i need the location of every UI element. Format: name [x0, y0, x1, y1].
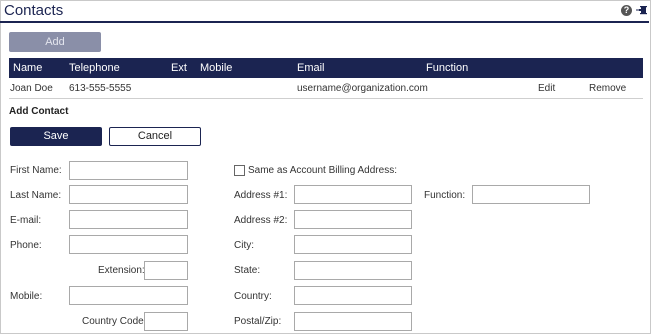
- column-header-function: Function: [426, 62, 469, 74]
- same-as-billing-checkbox[interactable]: [234, 165, 245, 176]
- first-name-input[interactable]: [69, 161, 188, 180]
- question-circle-icon[interactable]: ?: [621, 5, 632, 16]
- mobile-label: Mobile:: [10, 291, 43, 302]
- mobile-input[interactable]: [69, 286, 188, 305]
- column-header-name: Name: [13, 62, 43, 74]
- remove-link[interactable]: Remove: [589, 83, 626, 94]
- cell-telephone: 613-555-5555: [69, 83, 132, 94]
- function-input[interactable]: [472, 185, 590, 204]
- email-input[interactable]: [69, 210, 188, 229]
- cancel-button[interactable]: Cancel: [109, 127, 201, 146]
- cell-email: username@organization.com: [297, 83, 428, 94]
- page-title: Contacts: [4, 2, 64, 19]
- function-label: Function:: [424, 190, 466, 201]
- row-divider: [9, 98, 643, 99]
- column-header-ext: Ext: [171, 62, 187, 74]
- add-contact-button[interactable]: Add: [9, 32, 101, 52]
- same-as-billing-label: Same as Account Billing Address:: [248, 165, 397, 176]
- save-button[interactable]: Save: [10, 127, 102, 146]
- phone-label: Phone:: [10, 240, 42, 251]
- last-name-input[interactable]: [69, 185, 188, 204]
- city-label: City:: [234, 240, 254, 251]
- column-header-telephone: Telephone: [69, 62, 120, 74]
- state-input[interactable]: [294, 261, 412, 280]
- cell-name: Joan Doe: [10, 83, 53, 94]
- first-name-label: First Name:: [10, 165, 62, 176]
- postal-input[interactable]: [294, 312, 412, 331]
- table-row: Joan Doe 613-555-5555 username@organizat…: [9, 80, 643, 98]
- state-label: State:: [234, 265, 261, 276]
- column-header-mobile: Mobile: [200, 62, 233, 74]
- email-label: E-mail:: [10, 215, 42, 226]
- phone-input[interactable]: [69, 235, 188, 254]
- city-input[interactable]: [294, 235, 412, 254]
- address1-label: Address #1:: [234, 190, 288, 201]
- address2-label: Address #2:: [234, 215, 288, 226]
- country-input[interactable]: [294, 286, 412, 305]
- postal-label: Postal/Zip:: [234, 316, 282, 327]
- address1-input[interactable]: [294, 185, 412, 204]
- column-header-email: Email: [297, 62, 325, 74]
- address2-input[interactable]: [294, 210, 412, 229]
- country-code-input[interactable]: [144, 312, 188, 331]
- panel-header: Contacts ?: [0, 0, 649, 23]
- country-label: Country:: [234, 291, 272, 302]
- extension-label: Extension:: [98, 265, 145, 276]
- extension-input[interactable]: [144, 261, 188, 280]
- edit-link[interactable]: Edit: [538, 83, 555, 94]
- contacts-table-header: Name Telephone Ext Mobile Email Function: [9, 58, 643, 78]
- last-name-label: Last Name:: [10, 190, 62, 201]
- pushpin-icon[interactable]: [636, 5, 648, 17]
- country-code-label: Country Code:: [82, 316, 147, 327]
- add-contact-heading: Add Contact: [9, 106, 69, 117]
